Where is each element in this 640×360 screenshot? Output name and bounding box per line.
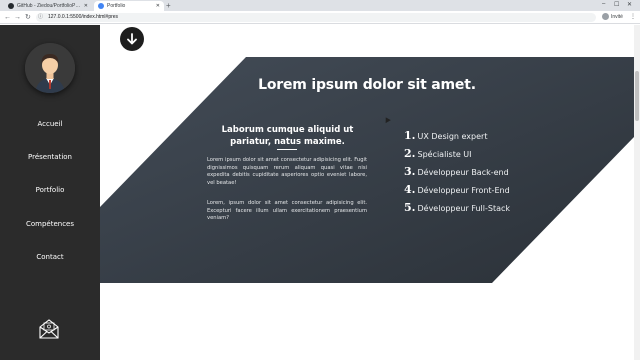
- list-item: 5. Développeur Full-Stack: [404, 201, 510, 219]
- presentation-subheading: Laborum cumque aliquid ut pariatur, natu…: [221, 125, 354, 147]
- sidebar-item-accueil[interactable]: Accueil: [0, 120, 100, 128]
- close-tab-icon[interactable]: ✕: [84, 3, 88, 9]
- tab-github[interactable]: GitHub - Ziedou/PortfolioProjec... ✕: [4, 1, 92, 11]
- scrollbar-thumb[interactable]: [635, 71, 639, 121]
- list-number: 4.: [404, 183, 416, 196]
- sidebar: Accueil Présentation Portfolio Compétenc…: [0, 25, 100, 360]
- address-bar[interactable]: ⓘ 127.0.0.1:5500/index.html#pres: [36, 13, 596, 22]
- list-item: 1. UX Design expert: [404, 129, 510, 147]
- list-text: Développeur Back-end: [417, 168, 509, 177]
- profile-button[interactable]: Invité: [602, 13, 623, 20]
- avatar: [25, 43, 75, 93]
- sidebar-item-presentation[interactable]: Présentation: [0, 153, 100, 161]
- url-text: 127.0.0.1:5500/index.html#pres: [48, 14, 119, 20]
- list-text: Développeur Front-End: [417, 186, 510, 195]
- new-tab-icon[interactable]: +: [166, 1, 171, 10]
- profile-avatar-icon: [602, 13, 609, 20]
- menu-kebab-icon[interactable]: ⋮: [630, 13, 636, 20]
- mail-icon[interactable]: [38, 319, 60, 339]
- page-title: Lorem ipsum dolor sit amet.: [258, 77, 476, 93]
- close-window-icon[interactable]: ✕: [627, 1, 632, 8]
- list-number: 1.: [404, 129, 416, 142]
- browser-toolbar: ← → ↻ ⓘ 127.0.0.1:5500/index.html#pres I…: [0, 11, 640, 24]
- page-viewport: Accueil Présentation Portfolio Compétenc…: [0, 25, 640, 360]
- user-avatar-icon: [25, 43, 75, 93]
- tab-portfolio[interactable]: Portfolio ✕: [94, 1, 164, 11]
- list-text: Développeur Full-Stack: [417, 204, 511, 213]
- portfolio-favicon-icon: [98, 3, 104, 9]
- maximize-icon[interactable]: ☐: [614, 1, 619, 8]
- sidebar-item-competences[interactable]: Compétences: [0, 220, 100, 228]
- back-icon[interactable]: ←: [4, 13, 11, 22]
- subheading-underline: [277, 149, 297, 150]
- list-item: 4. Développeur Front-End: [404, 183, 510, 201]
- list-text: Spécialiste UI: [417, 150, 472, 159]
- list-text: UX Design expert: [417, 132, 488, 141]
- info-icon[interactable]: ⓘ: [38, 13, 43, 22]
- reload-icon[interactable]: ↻: [25, 13, 31, 22]
- scroll-down-button[interactable]: [120, 27, 144, 51]
- list-number: 2.: [404, 147, 416, 160]
- browser-tab-bar: GitHub - Ziedou/PortfolioProjec... ✕ Por…: [0, 0, 640, 11]
- profile-name: Invité: [611, 13, 623, 20]
- skills-list: 1. UX Design expert 2. Spécialiste UI 3.…: [404, 129, 510, 219]
- list-item: 2. Spécialiste UI: [404, 147, 510, 165]
- list-number: 3.: [404, 165, 416, 178]
- sidebar-item-contact[interactable]: Contact: [0, 253, 100, 261]
- presentation-paragraph: Lorem, ipsum dolor sit amet consectetur …: [207, 200, 367, 222]
- close-tab-icon[interactable]: ✕: [156, 3, 160, 9]
- github-favicon-icon: [8, 3, 14, 9]
- sidebar-item-portfolio[interactable]: Portfolio: [0, 186, 100, 194]
- arrow-down-icon: [127, 33, 137, 45]
- presentation-paragraph: Lorem ipsum dolor sit amet consectetur a…: [207, 157, 367, 186]
- minimize-icon[interactable]: –: [602, 1, 605, 7]
- tab-label: GitHub - Ziedou/PortfolioProjec...: [17, 3, 82, 9]
- list-item: 3. Développeur Back-end: [404, 165, 510, 183]
- tab-label: Portfolio: [107, 3, 126, 9]
- forward-icon[interactable]: →: [14, 13, 21, 22]
- list-number: 5.: [404, 201, 416, 214]
